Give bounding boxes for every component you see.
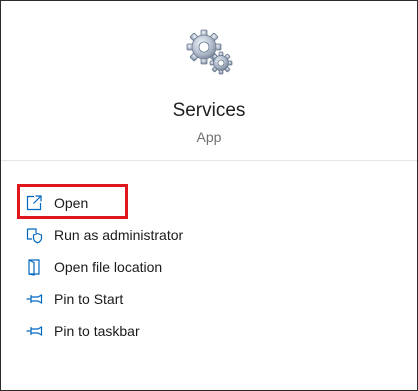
menu-item-label: Open file location bbox=[54, 259, 163, 275]
menu-item-pin-to-start[interactable]: Pin to Start bbox=[17, 286, 317, 314]
gears-icon bbox=[186, 29, 233, 75]
app-type-label: App bbox=[196, 129, 222, 145]
divider bbox=[1, 160, 417, 161]
context-panel: Services App Open Run as administrator O… bbox=[0, 0, 418, 391]
app-header: Services App bbox=[1, 1, 417, 161]
pin-icon bbox=[26, 293, 43, 305]
menu-item-open[interactable]: Open bbox=[17, 190, 317, 218]
menu-item-label: Run as administrator bbox=[54, 227, 184, 243]
menu-item-label: Open bbox=[54, 195, 89, 211]
open-external-icon bbox=[26, 195, 42, 211]
menu-item-label: Pin to Start bbox=[54, 291, 124, 307]
menu-item-label: Pin to taskbar bbox=[54, 323, 140, 339]
menu-item-open-file-location[interactable]: Open file location bbox=[17, 254, 317, 282]
file-location-icon bbox=[28, 259, 40, 276]
pin-icon bbox=[26, 325, 43, 337]
menu-item-run-as-administrator[interactable]: Run as administrator bbox=[17, 222, 317, 250]
shield-icon bbox=[26, 228, 43, 244]
menu-item-pin-to-taskbar[interactable]: Pin to taskbar bbox=[17, 318, 317, 346]
app-title: Services bbox=[172, 100, 246, 121]
